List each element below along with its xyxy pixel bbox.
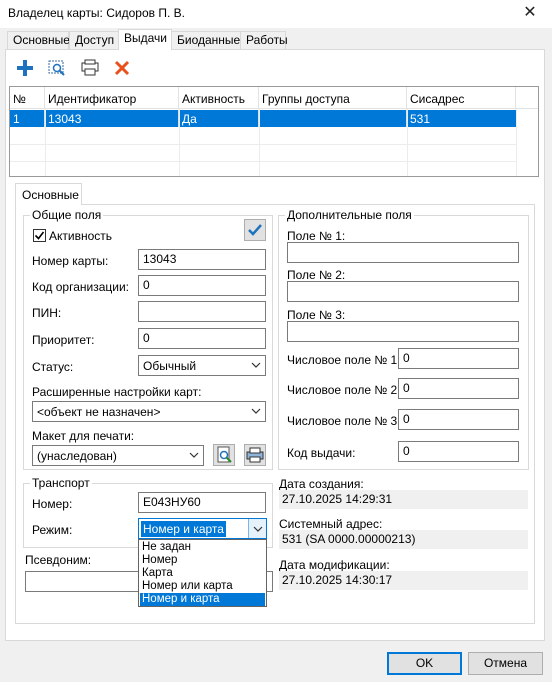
issues-table[interactable]: № Идентификатор Активность Группы доступ… (9, 86, 539, 177)
tab-jobs[interactable]: Работы (240, 31, 288, 49)
mode-option-selected[interactable]: Номер и карта (140, 593, 265, 606)
num1-label: Числовое поле № 1: (287, 353, 401, 367)
org-code-label: Код организации: (32, 280, 129, 294)
plate-number-field[interactable]: Е043НУ60 (138, 492, 266, 513)
pin-label: ПИН: (32, 306, 62, 320)
field1-label: Поле № 1: (287, 229, 346, 243)
close-icon[interactable]: ✕ (518, 2, 542, 24)
delete-icon[interactable] (112, 58, 132, 78)
modified-label: Дата модификации: (279, 558, 390, 572)
mode-select[interactable]: Номер и карта (138, 518, 267, 539)
grid-line (516, 109, 517, 176)
mode-label: Режим: (32, 523, 73, 537)
print-button[interactable] (244, 444, 266, 466)
grid-line (45, 109, 46, 176)
column-header[interactable]: № (10, 87, 45, 109)
sysaddr-value: 531 (SA 0000.00000213) (279, 530, 528, 549)
tab-access[interactable]: Доступ (69, 31, 119, 49)
print-layout-select[interactable]: (унаследован) (32, 445, 204, 466)
plate-number-label: Номер: (32, 497, 73, 511)
num2-field[interactable]: 0 (398, 378, 519, 399)
grid-line (407, 109, 408, 176)
created-label: Дата создания: (279, 477, 364, 491)
mode-dropdown-list[interactable]: Не задан Номер Карта Номер или карта Ном… (138, 539, 267, 607)
extra-group-title: Дополнительные поля (285, 208, 414, 222)
ext-settings-label: Расширенные настройки карт: (32, 385, 202, 399)
grid-line (10, 161, 516, 162)
chevron-down-icon (253, 526, 263, 532)
card-number-label: Номер карты: (32, 254, 109, 268)
cell-groups (259, 110, 407, 127)
column-header[interactable]: Группы доступа (259, 87, 407, 109)
chevron-down-icon (251, 362, 261, 368)
org-code-field[interactable]: 0 (138, 275, 266, 296)
num3-field[interactable]: 0 (398, 409, 519, 430)
priority-field[interactable]: 0 (138, 328, 266, 349)
num2-label: Числовое поле № 2: (287, 383, 401, 397)
ok-button[interactable]: OK (387, 652, 462, 675)
issue-code-field[interactable]: 0 (398, 441, 519, 462)
add-icon[interactable] (15, 58, 35, 78)
grid-line (259, 109, 260, 176)
transport-group-title: Транспорт (30, 476, 92, 490)
grid-line (179, 109, 180, 176)
field2-input[interactable] (287, 281, 519, 302)
status-label: Статус: (32, 360, 74, 374)
tab-biodata[interactable]: Биоданные (171, 31, 241, 49)
pin-field[interactable] (138, 301, 266, 322)
card-number-field[interactable]: 13043 (138, 249, 266, 270)
field3-label: Поле № 3: (287, 308, 346, 322)
field3-input[interactable] (287, 321, 519, 342)
apply-button[interactable] (244, 219, 266, 241)
status-value: Обычный (143, 359, 197, 373)
active-label[interactable]: Активность (49, 229, 112, 243)
print-icon[interactable] (80, 58, 100, 78)
table-header: № Идентификатор Активность Группы доступ… (10, 87, 538, 109)
field1-input[interactable] (287, 242, 519, 263)
num3-label: Числовое поле № 3: (287, 414, 401, 428)
cell-id: 13043 (45, 110, 179, 127)
field2-label: Поле № 2: (287, 268, 346, 282)
chevron-down-icon (251, 408, 261, 414)
ext-settings-select[interactable]: <объект не назначен> (32, 401, 266, 422)
cell-num: 1 (10, 110, 45, 127)
print-layout-label: Макет для печати: (32, 429, 135, 443)
preview-button[interactable] (213, 444, 235, 466)
print-layout-value: (унаследован) (37, 449, 117, 463)
tab-main[interactable]: Основные (7, 31, 70, 49)
tab-issues[interactable]: Выдачи (118, 29, 172, 50)
title-bar: Владелец карты: Сидоров П. В. ✕ (0, 0, 552, 28)
mode-option[interactable]: Карта (140, 567, 265, 580)
num1-field[interactable]: 0 (398, 348, 519, 369)
search-icon[interactable] (47, 58, 67, 78)
created-value: 27.10.2025 14:29:31 (279, 490, 528, 509)
column-header[interactable]: Идентификатор (45, 87, 179, 109)
column-header[interactable]: Активность (179, 87, 259, 109)
alias-label: Псевдоним: (25, 553, 92, 567)
general-group-title: Общие поля (30, 208, 104, 222)
table-row[interactable]: 1 13043 Да 531 (10, 110, 516, 127)
mode-dropdown-button[interactable] (248, 519, 266, 538)
cell-active: Да (179, 110, 259, 127)
active-checkbox[interactable] (33, 229, 46, 242)
grid-line (10, 144, 516, 145)
window-title: Владелец карты: Сидоров П. В. (8, 6, 185, 20)
sysaddr-label: Системный адрес: (279, 517, 383, 531)
mode-value: Номер и карта (141, 521, 226, 537)
cell-sysaddr: 531 (410, 112, 431, 126)
modified-value: 27.10.2025 14:30:17 (279, 571, 528, 590)
ext-settings-value: <объект не назначен> (37, 405, 161, 419)
issue-code-label: Код выдачи: (287, 446, 356, 460)
chevron-down-icon (189, 452, 199, 458)
subtab-main[interactable]: Основные (15, 183, 82, 205)
priority-label: Приоритет: (32, 333, 95, 347)
cancel-button[interactable]: Отмена (468, 652, 543, 675)
mode-option[interactable]: Номер (140, 554, 265, 567)
mode-option[interactable]: Номер или карта (140, 580, 265, 593)
column-header[interactable]: Сисадрес (407, 87, 516, 109)
mode-option[interactable]: Не задан (140, 541, 265, 554)
status-select[interactable]: Обычный (138, 355, 266, 376)
